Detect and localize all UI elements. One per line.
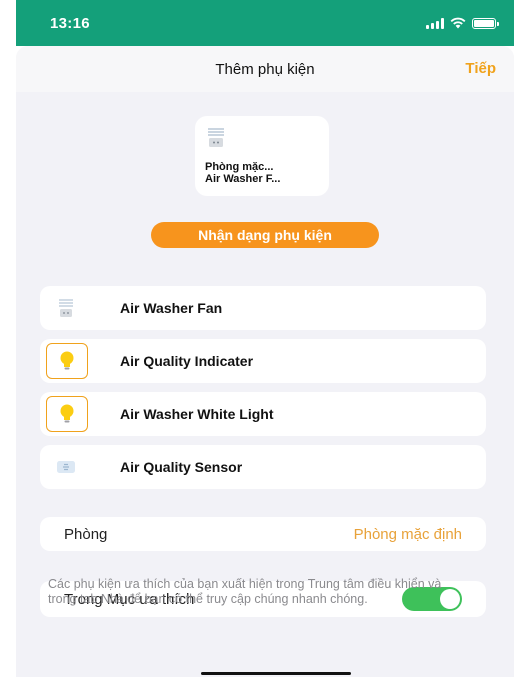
navigation-bar: Thêm phụ kiện Tiếp (16, 46, 514, 92)
battery-icon (472, 17, 499, 29)
page-title: Thêm phụ kiện (215, 60, 315, 78)
accessory-label: Air Quality Indicater (120, 353, 254, 369)
identify-accessory-button[interactable]: Nhận dạng phụ kiện (151, 222, 379, 248)
home-indicator (201, 672, 351, 675)
accessory-row-air-quality-indicater[interactable]: Air Quality Indicater (40, 339, 486, 383)
lightbulb-icon (60, 404, 74, 423)
accessory-label: Air Quality Sensor (120, 459, 243, 475)
room-label: Phòng (64, 525, 108, 543)
accessory-row-air-quality-sensor[interactable]: Air Quality Sensor (40, 445, 486, 489)
air-washer-fan-icon (208, 128, 224, 147)
air-washer-fan-icon (59, 299, 73, 317)
next-button[interactable]: Tiếp (465, 60, 496, 77)
status-icons (426, 17, 499, 29)
tile-accessory-name: Air Washer F... (205, 173, 281, 185)
lightbulb-icon (60, 351, 74, 370)
status-time: 13:16 (50, 14, 90, 32)
sensor-icon (57, 461, 75, 473)
accessory-label: Air Washer Fan (120, 300, 223, 316)
accessory-tile[interactable]: Phòng mặc... Air Washer F... (195, 116, 329, 196)
room-row[interactable]: Phòng Phòng mặc định (40, 517, 486, 551)
accessory-row-air-washer-fan[interactable]: Air Washer Fan (40, 286, 486, 330)
accessory-label: Air Washer White Light (120, 406, 274, 422)
cellular-signal-icon (426, 17, 444, 29)
accessory-row-air-washer-white-light[interactable]: Air Washer White Light (40, 392, 486, 436)
room-value[interactable]: Phòng mặc định (354, 526, 462, 543)
status-bar: 13:16 (16, 0, 514, 46)
tile-room-name: Phòng mặc... (205, 161, 274, 173)
favorites-footnote: Các phụ kiện ưa thích của bạn xuất hiện … (48, 577, 442, 606)
wifi-icon (450, 17, 466, 29)
